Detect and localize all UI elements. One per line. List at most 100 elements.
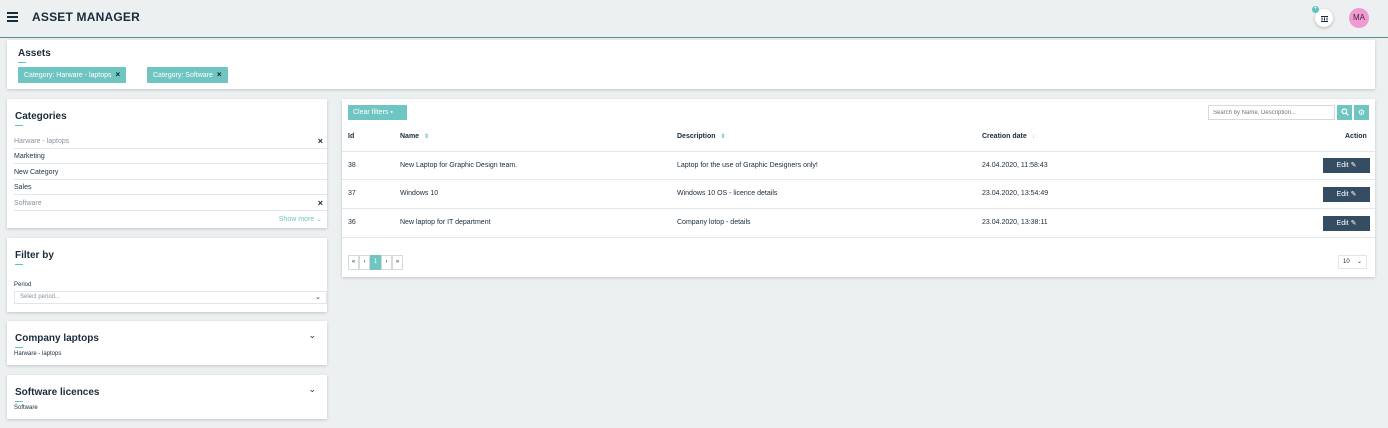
edit-label: Edit bbox=[1336, 162, 1349, 169]
cell-creation-date: 23.04.2020, 13:38:11 bbox=[982, 219, 1048, 226]
assets-table-panel: Clear filters ▪ ⚙ Id Name⇕ Description⇕ … bbox=[342, 99, 1375, 277]
clear-filters-button[interactable]: Clear filters ▪ bbox=[348, 105, 407, 120]
search-icon bbox=[1340, 108, 1349, 116]
edit-icon: ✎ bbox=[1350, 191, 1357, 198]
assets-title: Assets bbox=[18, 48, 51, 63]
edit-button[interactable]: Edit ✎ bbox=[1323, 216, 1370, 231]
column-header-label: Creation date bbox=[982, 133, 1027, 140]
column-header-id[interactable]: Id bbox=[348, 133, 354, 140]
sort-desc-icon: ↓ bbox=[1031, 134, 1035, 140]
page-size-value: 10 bbox=[1343, 259, 1350, 265]
chevron-down-icon: ⌄ bbox=[315, 294, 321, 301]
cell-name: New laptop for IT department bbox=[400, 219, 491, 226]
chevron-down-icon: ⌄ bbox=[1356, 259, 1362, 265]
institution-icon bbox=[1320, 15, 1328, 22]
period-select[interactable]: Select period... ⌄ bbox=[14, 291, 327, 304]
app-title: ASSET MANAGER bbox=[32, 10, 140, 24]
column-header-label: Description bbox=[677, 133, 716, 140]
remove-chip-icon[interactable]: × bbox=[217, 70, 222, 79]
cell-description: Company lotop - details bbox=[677, 219, 751, 226]
edit-icon: ✎ bbox=[1350, 162, 1357, 169]
filter-chip: Category: Harware - laptops × bbox=[18, 67, 127, 83]
filter-panel: Filter by Period Select period... ⌄ bbox=[7, 238, 327, 312]
cell-id: 38 bbox=[348, 162, 356, 169]
sort-icon: ⇕ bbox=[424, 134, 430, 140]
edit-icon: ✎ bbox=[1350, 220, 1357, 227]
search-input[interactable] bbox=[1208, 105, 1335, 120]
category-label: Harware - laptops bbox=[14, 138, 70, 145]
categories-panel: Categories Harware - laptops × Marketing… bbox=[7, 99, 327, 228]
prev-page-button[interactable]: ‹ bbox=[359, 255, 370, 270]
edit-button[interactable]: Edit ✎ bbox=[1323, 187, 1370, 202]
category-label: Software bbox=[14, 200, 42, 207]
sort-icon: ⇕ bbox=[720, 134, 726, 140]
show-more-link[interactable]: Show more ⌄ bbox=[279, 215, 322, 223]
remove-category-icon[interactable]: × bbox=[318, 196, 323, 211]
category-label: New Category bbox=[14, 169, 59, 176]
assets-header: Assets Category: Harware - laptops × Cate… bbox=[7, 40, 1375, 89]
category-item[interactable]: Harware - laptops × bbox=[14, 134, 327, 149]
add-badge-icon: + bbox=[1312, 6, 1319, 13]
cell-id: 36 bbox=[348, 219, 356, 226]
cell-description: Laptop for the use of Graphic Designers … bbox=[677, 162, 818, 169]
category-label: Marketing bbox=[14, 153, 45, 160]
saved-filter-title: Company laptops bbox=[15, 333, 99, 348]
top-bar: ASSET MANAGER + MA bbox=[0, 0, 1388, 38]
saved-filter-subtitle: Software bbox=[14, 405, 38, 411]
next-page-button[interactable]: › bbox=[381, 255, 392, 270]
category-item[interactable]: New Category bbox=[14, 165, 327, 180]
clear-filters-label: Clear filters bbox=[353, 109, 389, 116]
column-header-action: Action bbox=[1345, 133, 1367, 140]
menu-icon[interactable] bbox=[7, 12, 18, 22]
cell-description: Windows 10 OS - licence details bbox=[677, 190, 778, 197]
categories-title: Categories bbox=[15, 111, 67, 126]
column-header-label: Name bbox=[400, 133, 420, 140]
cell-name: Windows 10 bbox=[400, 190, 439, 197]
period-placeholder: Select period... bbox=[20, 294, 61, 300]
chevron-down-icon[interactable]: ⌄ bbox=[308, 384, 316, 395]
saved-filter-title: Software licences bbox=[15, 387, 100, 402]
edit-label: Edit bbox=[1336, 191, 1349, 198]
avatar[interactable]: MA bbox=[1349, 8, 1369, 28]
chip-label: Category: Harware - laptops bbox=[24, 72, 112, 79]
column-header-creation-date[interactable]: Creation date ↓ bbox=[982, 133, 1035, 140]
edit-button[interactable]: Edit ✎ bbox=[1323, 158, 1370, 173]
gear-icon: ⚙ bbox=[1357, 108, 1366, 117]
remove-chip-icon[interactable]: × bbox=[116, 70, 121, 79]
remove-category-icon[interactable]: × bbox=[318, 134, 323, 149]
cell-creation-date: 24.04.2020, 11:58:43 bbox=[982, 162, 1048, 169]
page-button[interactable]: 1 bbox=[370, 255, 381, 270]
page-size-select[interactable]: 10 ⌄ bbox=[1338, 255, 1367, 269]
chevron-down-icon: ⌄ bbox=[316, 216, 322, 223]
cell-name: New Laptop for Graphic Design team. bbox=[400, 162, 518, 169]
saved-filter-card[interactable]: Software licences Software ⌄ bbox=[7, 375, 327, 419]
row-divider bbox=[342, 151, 1375, 152]
last-page-button[interactable]: » bbox=[392, 255, 403, 270]
trash-icon: ▪ bbox=[390, 109, 393, 116]
column-header-description[interactable]: Description ⇕ bbox=[677, 133, 726, 140]
period-label: Period bbox=[14, 282, 32, 288]
category-item[interactable]: Sales bbox=[14, 180, 327, 195]
saved-filter-subtitle: Harware - laptops bbox=[14, 351, 62, 357]
cell-id: 37 bbox=[348, 190, 356, 197]
row-divider bbox=[342, 208, 1375, 209]
category-item[interactable]: Marketing bbox=[14, 149, 327, 164]
row-divider bbox=[342, 179, 1375, 180]
show-more-label: Show more bbox=[278, 216, 315, 223]
saved-filter-card[interactable]: Company laptops Harware - laptops ⌄ bbox=[7, 321, 327, 365]
chevron-down-icon[interactable]: ⌄ bbox=[308, 330, 316, 341]
edit-label: Edit bbox=[1336, 220, 1349, 227]
search-button[interactable] bbox=[1337, 105, 1352, 120]
column-header-name[interactable]: Name ⇕ bbox=[400, 133, 429, 140]
first-page-button[interactable]: « bbox=[348, 255, 359, 270]
row-divider bbox=[342, 237, 1375, 238]
settings-button[interactable]: ⚙ bbox=[1354, 105, 1369, 120]
filter-chip: Category: Software × bbox=[147, 67, 228, 83]
filter-title: Filter by bbox=[15, 250, 54, 265]
chip-label: Category: Software bbox=[153, 72, 213, 79]
cell-creation-date: 23.04.2020, 13:54:49 bbox=[982, 190, 1049, 197]
bank-icon[interactable]: + bbox=[1312, 6, 1333, 27]
category-label: Sales bbox=[14, 184, 32, 191]
pagination: « ‹ 1 › » bbox=[348, 255, 403, 270]
category-item[interactable]: Software × bbox=[14, 196, 327, 211]
